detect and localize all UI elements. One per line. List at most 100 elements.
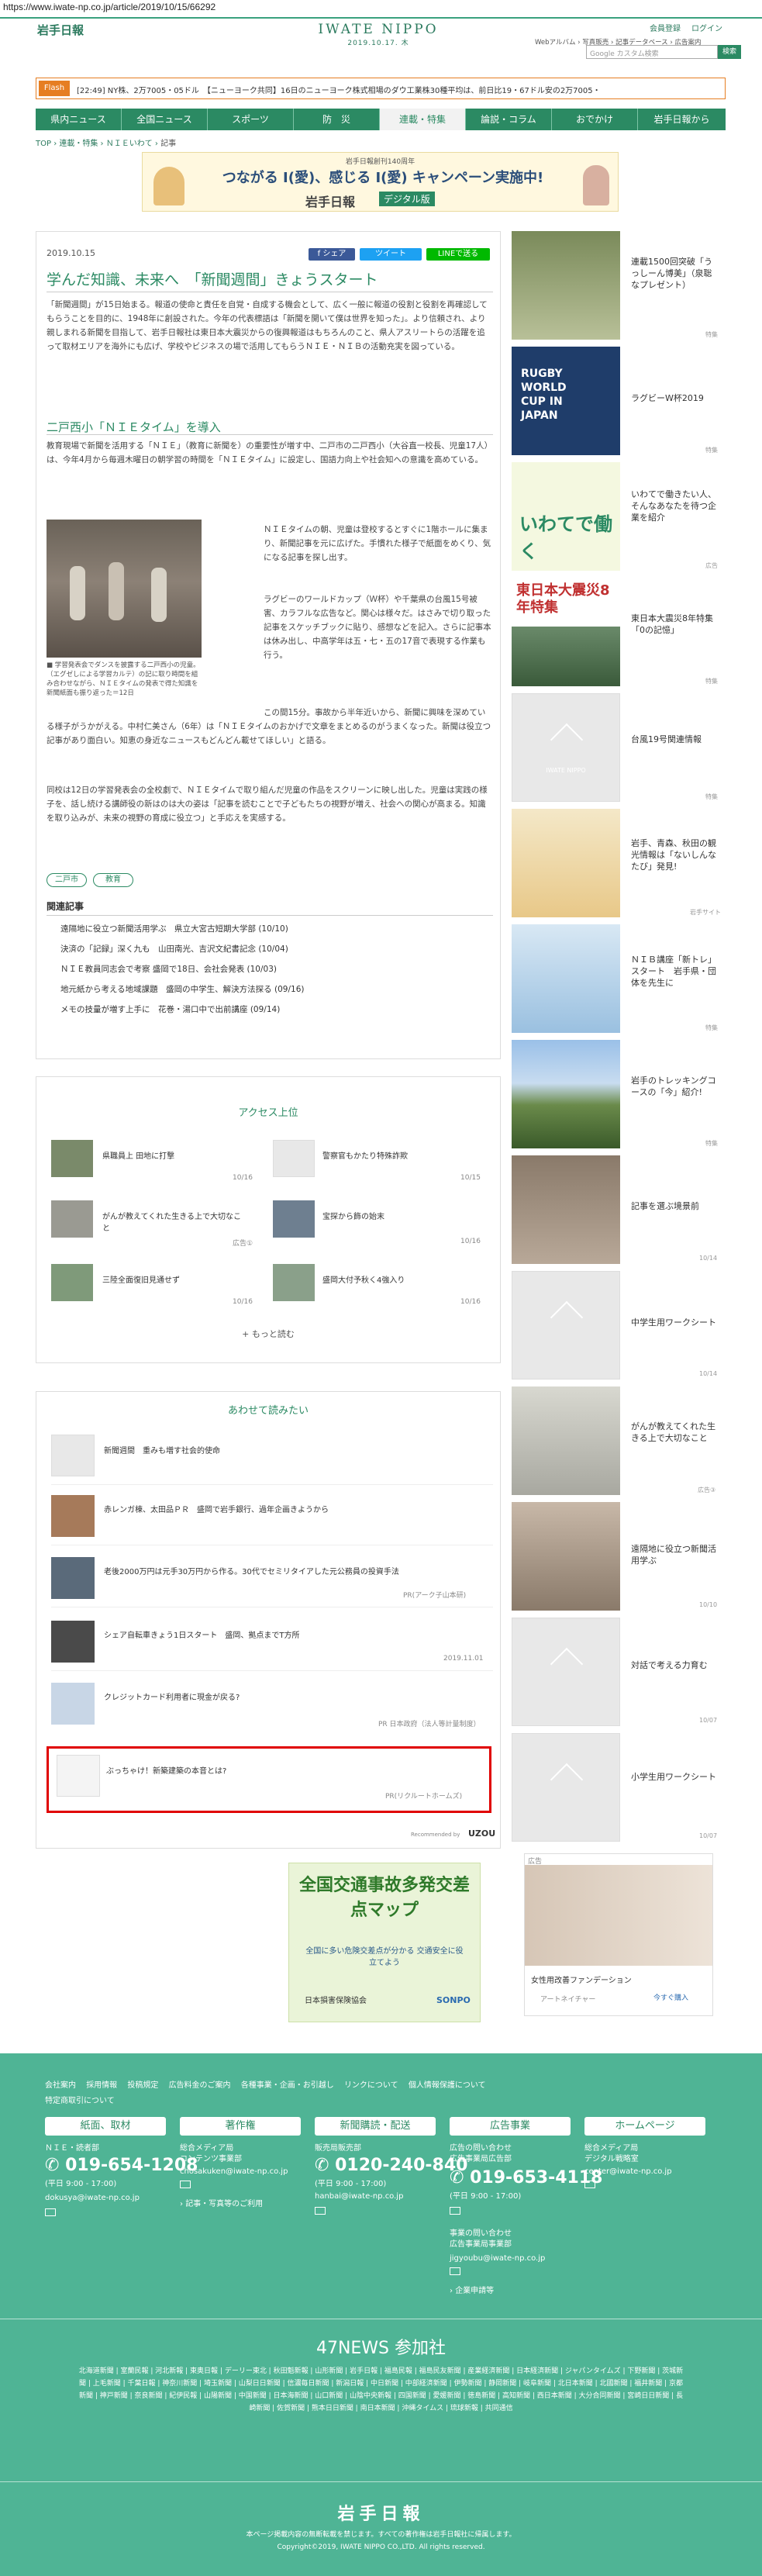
nav-item-column[interactable]: 論説・コラム [466,109,552,130]
sidebar-thumb-travel[interactable] [512,809,620,917]
news-ticker[interactable]: Flash [22:49] NY株、2万7005・05ドル 【ニューヨーク共同】… [36,78,726,99]
sidebar-item-title[interactable]: 岩手のトレッキングコースの「今」紹介! [631,1075,716,1098]
nav-item-disaster[interactable]: 防 災 [294,109,380,130]
reco-item-title[interactable]: 赤レンガ棟、太田品ＰＲ 盛岡で岩手銀行、過年企画きようから [104,1503,329,1514]
sidebar-thumb-placeholder[interactable] [512,1733,620,1842]
search-input[interactable]: Google カスタム検索 [586,45,718,59]
footer-c2-link[interactable]: › 記事・写真等のご利用 [180,2199,263,2210]
reco-item-title[interactable]: クレジットカード利用者に現金が戻る? [104,1690,240,1702]
related-item[interactable]: 地元紙から考える地域課題 盛岡の中学生、解決方法探る (09/16) [60,983,304,995]
side-bottom-ad[interactable]: 広告 女性用改善ファンデーション アートネイチャー 今すぐ購入 [524,1853,713,2016]
footer-link[interactable]: 会社案内 [45,2081,76,2090]
related-item[interactable]: ＮＩＥ教員同志会で考察 盛岡で18日、会社会発表 (10/03) [60,963,277,975]
more-button[interactable]: + もっと読む [36,1328,501,1340]
sidebar-thumb-work[interactable]: いわてで働く [512,462,620,571]
uzou-logo[interactable]: UZOU [468,1828,495,1839]
nav-item-sports[interactable]: スポーツ [208,109,294,130]
access-thumb-placeholder[interactable] [273,1140,315,1177]
nav-item-features[interactable]: 連載・特集 [380,109,466,130]
sidebar-item-title[interactable]: 岩手、青森、秋田の観光情報は「ないしんなたび」発見! [631,837,716,872]
sidebar-item-title[interactable]: 対話で考える力育む [631,1659,716,1671]
related-item[interactable]: 決済の「記録」深く九も 山田南光、吉沢文紀書記念 (10/04) [60,943,288,955]
footer-c3-tel[interactable]: ✆ 0120-240-840 [315,2156,467,2175]
breadcrumb-top[interactable]: TOP [36,140,51,148]
sidebar-thumb[interactable] [512,231,620,340]
sidebar-thumb-placeholder[interactable] [512,1618,620,1726]
brand-block[interactable]: IWATE NIPPO 2019.10.17. 木 [301,22,456,47]
sidebar-item-title[interactable]: 台風19号関連情報 [631,734,716,745]
footer-link[interactable]: リンクについて [344,2081,398,2090]
tag-education[interactable]: 教育 [93,873,133,887]
access-thumb[interactable] [51,1264,93,1301]
access-item-title[interactable]: 警察官もかたり特殊詐欺 [322,1149,478,1161]
sidebar-thumb-trekking[interactable] [512,1040,620,1148]
nav-item-local[interactable]: 県内ニュース [36,109,122,130]
facebook-share-button[interactable]: f シェア [309,248,355,261]
logo-small[interactable]: 岩手日報 [37,22,84,38]
sidebar-item-title[interactable]: 記事を選ぶ境景前 [631,1200,716,1212]
footer-logo[interactable]: 岩手日報 [0,2500,762,2525]
footer-link[interactable]: 特定商取引について [45,2097,115,2105]
related-item[interactable]: メモの技量が増す上手に 花巻・湯口中で出前講座 (09/14) [60,1003,280,1015]
reco-item-title[interactable]: 新聞週間 重みも増す社会的使命 [104,1444,220,1455]
reco-thumb[interactable] [51,1495,95,1537]
reco-thumb[interactable] [51,1621,95,1663]
access-thumb[interactable] [273,1200,315,1238]
tag-ninohe[interactable]: 二戸市 [47,873,87,887]
sidebar-item-title[interactable]: 遠隔地に役立つ新聞活用学ぶ [631,1543,716,1566]
reco-item-title[interactable]: 老後2000万円は元手30万円から作る。30代でセミリタイアした元公務員の投資手… [104,1565,484,1576]
footer-link[interactable]: 投稿規定 [127,2081,158,2090]
sidebar-item-title[interactable]: いわてで働きたい人、そんなあなたを待つ企業を紹介 [631,489,716,523]
sidebar-thumb-nib[interactable] [512,924,620,1033]
register-link[interactable]: 会員登録 [650,22,681,33]
mail-icon[interactable] [45,2208,56,2216]
sidebar-item-title[interactable]: ラグビーW杯2019 [631,392,716,404]
mail-icon[interactable] [180,2181,191,2188]
access-item-title[interactable]: 宝探から飾の始末 [322,1210,478,1221]
access-thumb[interactable] [51,1200,93,1238]
article-photo[interactable] [47,520,202,658]
twitter-share-button[interactable]: ツイート [360,248,422,261]
reco-thumb-placeholder[interactable] [51,1435,95,1476]
search-button[interactable]: 検索 [718,45,741,59]
footer-c1-mail[interactable]: dokusya@iwate-np.co.jp [45,2193,140,2204]
highlighted-reco-item[interactable]: ぶっちゃけ！新築建築の本音とは? PR(リクルートホームズ) [47,1746,491,1813]
reco-item-title[interactable]: ぶっちゃけ！新築建築の本音とは? [106,1764,226,1776]
footer-c3-mail[interactable]: hanbai@iwate-np.co.jp [315,2191,403,2202]
related-item[interactable]: 遠隔地に役立つ新聞活用学ぶ 県立大宮古短期大学部 (10/10) [60,923,288,934]
footer-c4-link[interactable]: › 企業申請等 [450,2286,494,2297]
sidebar-item-title[interactable]: 中学生用ワークシート [631,1317,716,1328]
footer-c4-mail[interactable]: jigyoubu@iwate-np.co.jp [450,2253,545,2264]
reco-item-title[interactable]: シェア自転車きょう1日スタート 盛岡、拠点までT方所 [104,1628,299,1640]
sidebar-thumb-ad[interactable] [512,1386,620,1495]
sidebar-item-title[interactable]: 東日本大震災8年特集「0の記憶」 [631,613,716,636]
breadcrumb-nie[interactable]: ＮＩＥいわて [106,140,153,148]
nav-item-outing[interactable]: おでかけ [552,109,638,130]
reco-thumb[interactable] [51,1683,95,1725]
footer-c4-tel[interactable]: ✆ 019-653-4118 [450,2168,602,2188]
access-item-title[interactable]: 県職員上 田地に打撃 [102,1149,257,1161]
sidebar-item-title[interactable]: がんが教えてくれた生きる上で大切なこと [631,1421,716,1444]
sidebar-item-title[interactable]: ＮＩＢ講座「新トレ」スタート 岩手県・団体を先生に [631,954,716,989]
nav-item-national[interactable]: 全国ニュース [122,109,208,130]
header-link[interactable]: Webアルバム [535,39,575,47]
mail-icon[interactable] [450,2267,460,2275]
access-item-title[interactable]: 盛岡大付予秋く4強入り [322,1273,478,1285]
campaign-banner[interactable]: 岩手日報創刊140周年 つながる I(愛)、感じる I(愛) キャンペーン実施中… [142,152,619,212]
access-item-title[interactable]: 三陸全面復旧見通せず [102,1273,257,1285]
sidebar-thumb-quake[interactable]: 東日本大震災8年特集 [512,578,620,686]
mail-icon[interactable] [450,2207,460,2215]
sidebar-thumb-rugby[interactable]: RUGBY WORLD CUP IN JAPAN [512,347,620,455]
access-item-title[interactable]: がんが教えてくれた生きる上で大切なこと [102,1210,242,1233]
sidebar-item-title[interactable]: 小学生用ワークシート [631,1771,716,1783]
reco-thumb[interactable] [57,1755,100,1797]
sidebar-item-title[interactable]: 連載1500回突破「うっしーん博美」（泉聡なプレゼント） [631,256,716,291]
side-ad-button[interactable]: 今すぐ購入 [653,1992,688,2002]
login-link[interactable]: ログイン [691,22,722,33]
breadcrumb-features[interactable]: 連載・特集 [59,140,98,148]
footer-link[interactable]: 各種事業・企画・お引越し [241,2081,334,2090]
footer-c5-mail[interactable]: center@iwate-np.co.jp [584,2167,672,2177]
access-thumb[interactable] [51,1140,93,1177]
footer-link[interactable]: 広告料金のご案内 [169,2081,231,2090]
mail-icon[interactable] [584,2181,595,2188]
